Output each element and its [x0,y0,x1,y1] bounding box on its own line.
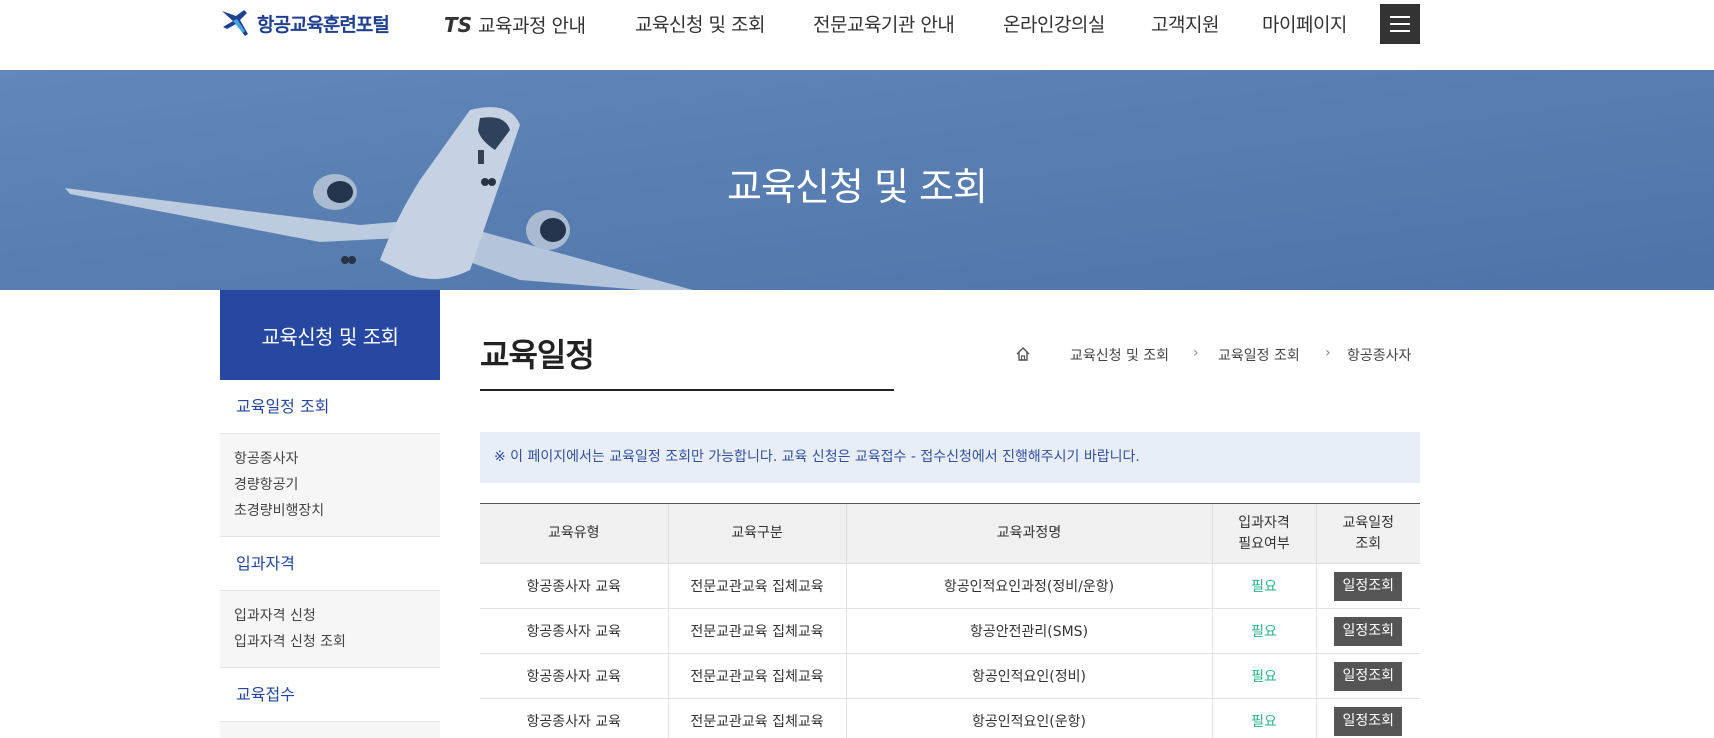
nav-item-course-guide[interactable]: TS 교육과정 안내 [444,10,586,40]
view-schedule-button[interactable]: 일정조회 [1334,571,1403,601]
sidebar-item-qualification-check[interactable]: 입과자격 신청 조회 [234,629,426,655]
notice-box: ※ 이 페이지에서는 교육일정 조회만 가능합니다. 교육 신청은 교육접수 -… [480,432,1420,483]
view-schedule-button[interactable]: 일정조회 [1334,706,1403,736]
table-row: 항공종사자 교육 전문교관교육 집체교육 항공안전관리(SMS) 필요 일정조회 [480,608,1420,654]
hamburger-icon [1390,16,1410,18]
cell-course: 항공인적요인(정비) [845,653,1212,699]
cell-type: 항공종사자 교육 [480,563,668,609]
cell-category: 전문교관교육 집체교육 [667,563,846,609]
nav-item-online-class[interactable]: 온라인강의실 [1003,10,1105,40]
cell-type: 항공종사자 교육 [480,698,668,738]
sidebar-title: 교육신청 및 조회 [220,290,440,380]
cell-course: 항공안전관리(SMS) [845,608,1212,654]
site-header: 항공교육훈련포털 TS 교육과정 안내 교육신청 및 조회 전문교육기관 안내 온… [0,0,1714,70]
sidebar-group-qualification[interactable]: 입과자격 [220,537,440,591]
page-banner: 교육신청 및 조회 [0,70,1714,290]
nav-item-support[interactable]: 고객지원 [1151,10,1219,40]
cell-required: 필요 [1211,653,1316,699]
cell-course: 항공인적요인(운항) [845,698,1212,738]
home-icon[interactable] [1015,346,1031,362]
page-title: 교육일정 [480,336,595,374]
airplane-logo-icon [222,10,248,36]
sidebar-subgroup-qualification: 입과자격 신청 입과자격 신청 조회 [220,591,440,668]
column-header: 교육일정 조회 [1315,503,1420,564]
nav-item-application[interactable]: 교육신청 및 조회 [635,10,765,40]
table-row: 항공종사자 교육 전문교관교육 집체교육 항공인적요인과정(정비/운항) 필요 … [480,563,1420,609]
schedule-table: 교육유형 교육구분 교육과정명 입과자격 필요여부 교육일정 조회 항공종사자 교육… [480,503,1420,738]
breadcrumb-item[interactable]: 교육일정 조회 [1218,345,1300,365]
chevron-right-icon: › [1325,345,1331,361]
view-schedule-button[interactable]: 일정조회 [1334,616,1403,646]
sidebar-subgroup-schedule: 항공종사자 경량항공기 초경량비행장치 [220,434,440,537]
column-header: 교육유형 [480,503,668,564]
hamburger-menu-button[interactable] [1380,4,1420,44]
cell-type: 항공종사자 교육 [480,608,668,654]
table-header-row: 교육유형 교육구분 교육과정명 입과자격 필요여부 교육일정 조회 [480,503,1420,564]
cell-category: 전문교관교육 집체교육 [667,608,846,654]
column-header: 입과자격 필요여부 [1211,503,1316,564]
cell-required: 필요 [1211,563,1316,609]
ts-brand-mark: TS [444,13,473,37]
cell-type: 항공종사자 교육 [480,653,668,699]
cell-category: 전문교관교육 집체교육 [667,653,846,699]
cell-course: 항공인적요인과정(정비/운항) [845,563,1212,609]
sidebar-group-registration[interactable]: 교육접수 [220,668,440,722]
table-row: 항공종사자 교육 전문교관교육 집체교육 항공인적요인(운항) 필요 일정조회 [480,698,1420,738]
nav-item-institutions[interactable]: 전문교육기관 안내 [813,10,955,40]
sidebar: 교육신청 및 조회 교육일정 조회 항공종사자 경량항공기 초경량비행장치 입과… [220,290,440,738]
sidebar-item-aviation-personnel[interactable]: 항공종사자 [234,446,426,472]
site-logo[interactable]: 항공교육훈련포털 [219,6,390,40]
column-header: 교육구분 [667,503,846,564]
cell-required: 필요 [1211,698,1316,738]
table-row: 항공종사자 교육 전문교관교육 집체교육 항공인적요인(정비) 필요 일정조회 [480,653,1420,699]
sidebar-item-ultralight[interactable]: 초경량비행장치 [234,498,426,524]
title-underline [480,389,894,391]
sidebar-item-qualification-apply[interactable]: 입과자격 신청 [234,603,426,629]
column-header: 교육과정명 [845,503,1212,564]
logo-text: 항공교육훈련포털 [257,13,390,36]
banner-title: 교육신청 및 조회 [727,165,988,209]
cell-required: 필요 [1211,608,1316,654]
sidebar-subgroup-registration [220,722,440,738]
sidebar-group-schedule[interactable]: 교육일정 조회 [220,380,440,434]
cell-category: 전문교관교육 집체교육 [667,698,846,738]
chevron-right-icon: › [1193,345,1199,361]
sidebar-item-light-aircraft[interactable]: 경량항공기 [234,472,426,498]
breadcrumb-item[interactable]: 교육신청 및 조회 [1070,345,1169,365]
nav-item-mypage[interactable]: 마이페이지 [1262,10,1347,40]
breadcrumb-item[interactable]: 항공종사자 [1347,345,1411,365]
view-schedule-button[interactable]: 일정조회 [1334,661,1403,691]
